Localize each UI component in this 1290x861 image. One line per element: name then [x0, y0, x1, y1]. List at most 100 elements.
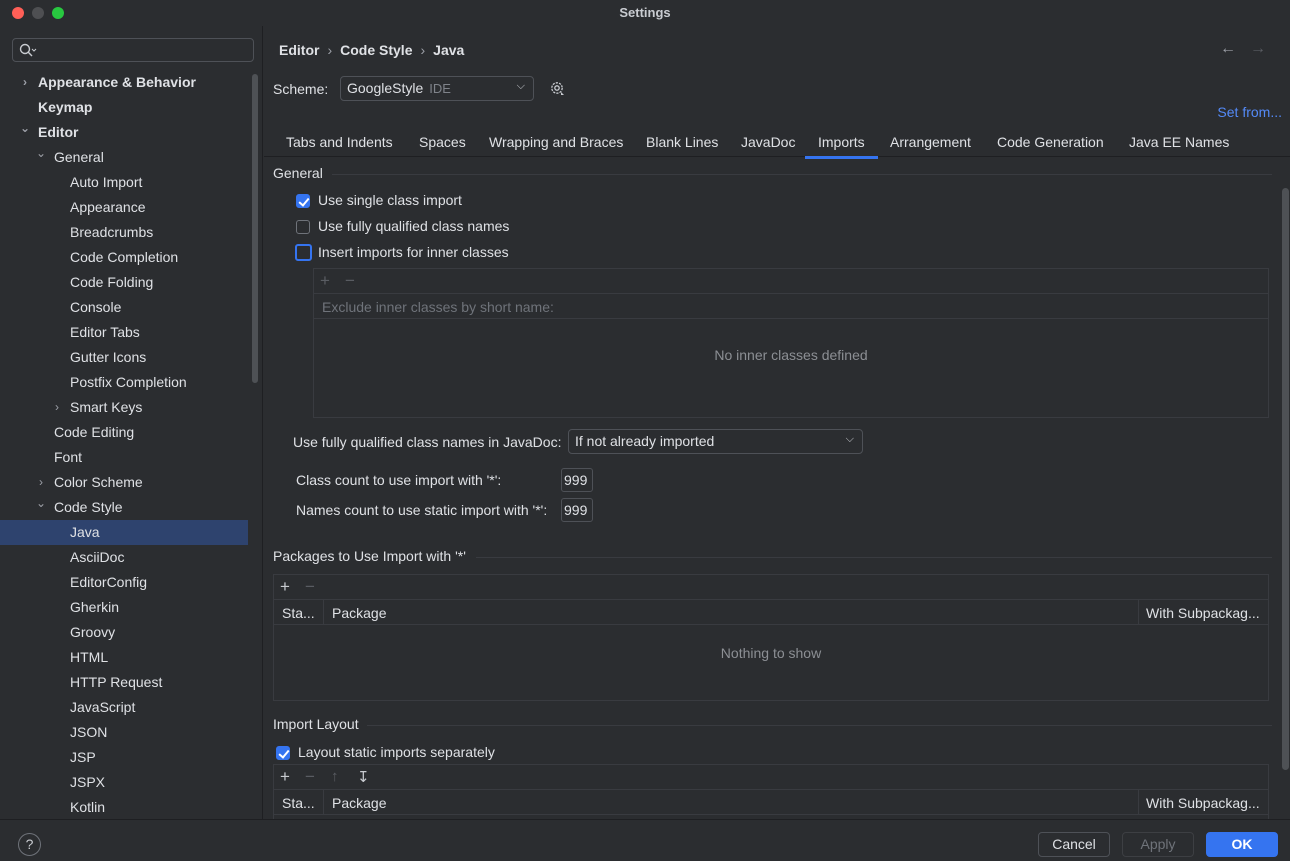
sidebar-item-gherkin[interactable]: Gherkin	[0, 595, 248, 620]
inner-classes-empty-text: No inner classes defined	[714, 347, 868, 363]
packages-empty-text: Nothing to show	[720, 645, 822, 661]
sidebar-item-postfix-completion[interactable]: Postfix Completion	[0, 370, 248, 395]
chevron-down-icon: ⌵	[516, 80, 525, 92]
tab-spaces[interactable]: Spaces	[419, 134, 466, 150]
sidebar-scrollbar[interactable]	[252, 74, 258, 383]
chevron-right-icon[interactable]: ›	[18, 70, 32, 95]
sidebar-item-label: Code Folding	[70, 274, 154, 290]
breadcrumb-editor: Editor	[279, 42, 320, 58]
column-with-subpackages[interactable]: With Subpackag...	[1146, 795, 1260, 811]
single-class-import-option[interactable]: Use single class import	[296, 192, 596, 212]
sidebar-item-html[interactable]: HTML	[0, 645, 248, 670]
import-layout-table: + − ↑ ↧ Sta... Package With Subpackag...	[273, 764, 1269, 819]
chevron-down-icon[interactable]: ⌄	[34, 491, 48, 516]
sidebar-item-code-style[interactable]: ⌄ Code Style	[0, 495, 248, 520]
sidebar-item-javascript[interactable]: JavaScript	[0, 695, 248, 720]
sidebar-item-smart-keys[interactable]: › Smart Keys	[0, 395, 248, 420]
column-static[interactable]: Sta...	[282, 605, 315, 621]
sidebar-item-json[interactable]: JSON	[0, 720, 248, 745]
class-count-input[interactable]: 999	[561, 468, 593, 492]
tab-wrapping-and-braces[interactable]: Wrapping and Braces	[489, 134, 623, 150]
move-down-icon[interactable]: ↧	[357, 768, 370, 786]
settings-search-input[interactable]	[12, 38, 254, 62]
add-icon[interactable]: +	[280, 577, 290, 597]
exclude-input-row[interactable]: Exclude inner classes by short name:	[314, 294, 1268, 319]
gear-icon[interactable]	[549, 80, 565, 96]
sidebar-item-asciidoc[interactable]: AsciiDoc	[0, 545, 248, 570]
tab-arrangement[interactable]: Arrangement	[890, 134, 971, 150]
fully-qualified-option[interactable]: Use fully qualified class names	[296, 218, 596, 238]
remove-icon[interactable]: −	[305, 577, 315, 597]
column-divider	[1138, 600, 1139, 625]
sidebar-item-auto-import[interactable]: Auto Import	[0, 170, 248, 195]
column-package[interactable]: Package	[332, 605, 386, 621]
forward-arrow-icon[interactable]: →	[1250, 40, 1266, 57]
sidebar-item-console[interactable]: Console	[0, 295, 248, 320]
tab-code-generation[interactable]: Code Generation	[997, 134, 1104, 150]
sidebar-item-label: Code Completion	[70, 249, 179, 265]
chevron-down-icon[interactable]: ⌄	[34, 141, 48, 166]
tab-blank-lines[interactable]: Blank Lines	[646, 134, 718, 150]
apply-button[interactable]: Apply	[1122, 832, 1194, 857]
column-package[interactable]: Package	[332, 795, 386, 811]
sidebar-item-java[interactable]: Java	[0, 520, 248, 545]
sidebar-item-label: Breadcrumbs	[70, 224, 154, 240]
sidebar-item-label: HTML	[70, 649, 109, 665]
chevron-right-icon[interactable]: ›	[50, 395, 64, 420]
column-static[interactable]: Sta...	[282, 795, 315, 811]
help-button[interactable]: ?	[18, 833, 41, 856]
column-divider	[323, 790, 324, 815]
back-arrow-icon[interactable]: ←	[1220, 40, 1236, 57]
add-icon[interactable]: +	[280, 767, 290, 787]
sidebar-item-http-request[interactable]: HTTP Request	[0, 670, 248, 695]
sidebar-item-groovy[interactable]: Groovy	[0, 620, 248, 645]
static-separately-label: Layout static imports separately	[298, 744, 495, 760]
sidebar-item-label: Console	[70, 299, 122, 315]
set-from-link[interactable]: Set from...	[1217, 104, 1282, 120]
inner-classes-option[interactable]: Insert imports for inner classes	[295, 244, 596, 264]
javadoc-label: Use fully qualified class names in JavaD…	[293, 434, 562, 450]
tab-javadoc[interactable]: JavaDoc	[741, 134, 795, 150]
inner-classes-checkbox[interactable]	[295, 244, 312, 261]
single-class-import-checkbox[interactable]	[296, 194, 310, 208]
sidebar-item-kotlin[interactable]: Kotlin	[0, 795, 248, 819]
sidebar-item-label: Font	[54, 449, 83, 465]
tab-tabs-and-indents[interactable]: Tabs and Indents	[286, 134, 393, 150]
static-separately-option[interactable]: Layout static imports separately	[276, 744, 576, 764]
cancel-button[interactable]: Cancel	[1038, 832, 1110, 857]
add-icon[interactable]: +	[320, 271, 330, 291]
sidebar-item-label: Smart Keys	[70, 399, 143, 415]
content-scrollbar[interactable]	[1282, 188, 1289, 770]
sidebar-item-gutter-icons[interactable]: Gutter Icons	[0, 345, 248, 370]
tab-java-ee-names[interactable]: Java EE Names	[1129, 134, 1229, 150]
sidebar-item-editorconfig[interactable]: EditorConfig	[0, 570, 248, 595]
fully-qualified-checkbox[interactable]	[296, 220, 310, 234]
scheme-dropdown[interactable]: GoogleStyle IDE ⌵	[340, 76, 534, 101]
sidebar-item-general[interactable]: ⌄ General	[0, 145, 248, 170]
sidebar-item-label: HTTP Request	[70, 674, 163, 690]
column-with-subpackages[interactable]: With Subpackag...	[1146, 605, 1260, 621]
sidebar-item-jsp[interactable]: JSP	[0, 745, 248, 770]
sidebar-item-code-folding[interactable]: Code Folding	[0, 270, 248, 295]
move-up-icon[interactable]: ↑	[331, 768, 339, 785]
javadoc-dropdown[interactable]: If not already imported ⌵	[568, 429, 863, 454]
sidebar-item-font[interactable]: Font	[0, 445, 248, 470]
sidebar-item-keymap[interactable]: Keymap	[0, 95, 248, 120]
sidebar-item-breadcrumbs[interactable]: Breadcrumbs	[0, 220, 248, 245]
sidebar-item-appearance[interactable]: Appearance	[0, 195, 248, 220]
sidebar-item-label: Editor Tabs	[70, 324, 140, 340]
chevron-down-icon[interactable]: ⌄	[18, 116, 32, 141]
names-count-input[interactable]: 999	[561, 498, 593, 522]
sidebar-item-appearance-behavior[interactable]: › Appearance & Behavior	[0, 70, 248, 95]
sidebar-item-jspx[interactable]: JSPX	[0, 770, 248, 795]
scheme-sub: IDE	[429, 81, 451, 96]
ok-button[interactable]: OK	[1206, 832, 1278, 857]
static-separately-checkbox[interactable]	[276, 746, 290, 760]
remove-icon[interactable]: −	[305, 767, 315, 787]
tab-imports[interactable]: Imports	[805, 134, 878, 159]
sidebar-item-editor-tabs[interactable]: Editor Tabs	[0, 320, 248, 345]
sidebar-item-label: General	[54, 149, 104, 165]
sidebar-item-code-editing[interactable]: Code Editing	[0, 420, 248, 445]
remove-icon[interactable]: −	[345, 271, 355, 291]
sidebar-item-code-completion[interactable]: Code Completion	[0, 245, 248, 270]
